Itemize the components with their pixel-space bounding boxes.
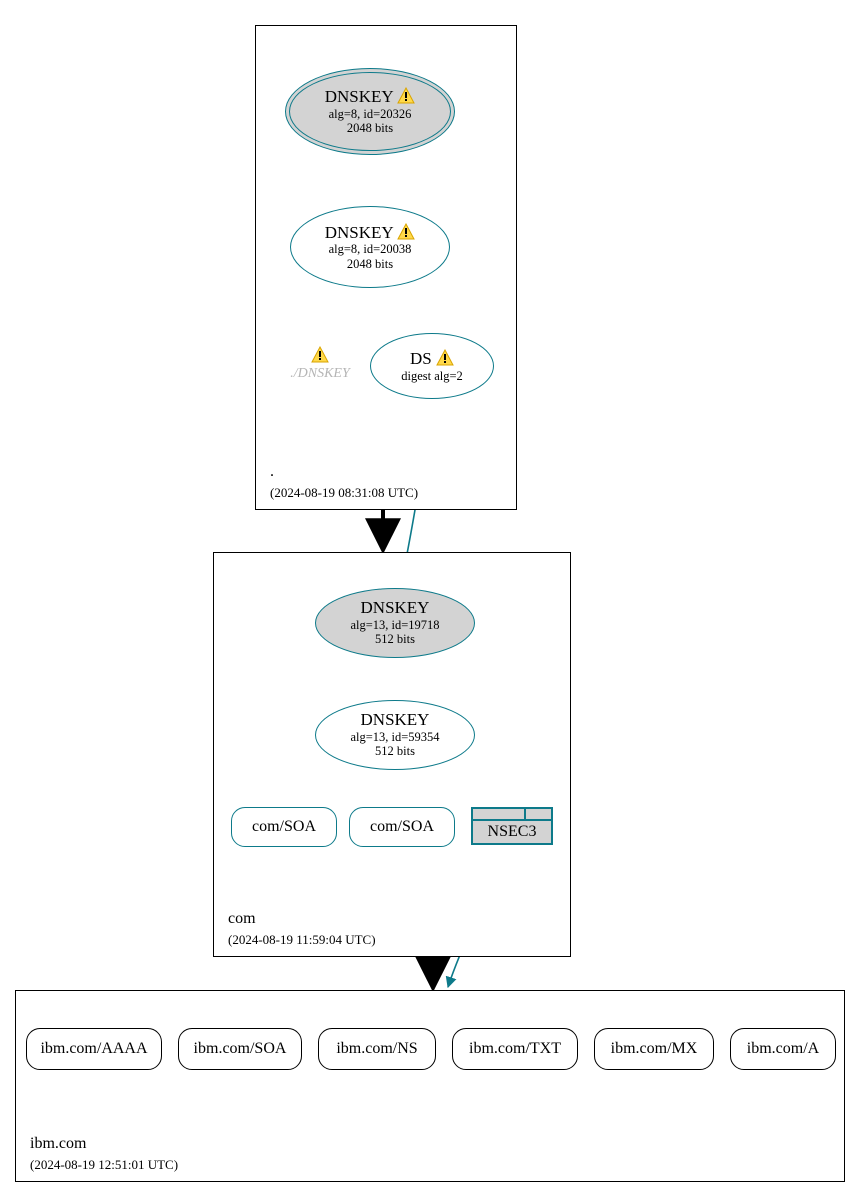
root-ksk-title: DNSKEY	[325, 87, 393, 106]
warning-icon	[436, 349, 454, 366]
root-ds: DS digest alg=2	[370, 333, 494, 399]
root-ghost-label: ./DNSKEY	[275, 366, 365, 382]
zone-com-label: com	[228, 910, 256, 928]
ibm-rr-aaaa: ibm.com/AAAA	[26, 1028, 162, 1070]
com-zsk-bits: 512 bits	[375, 744, 415, 758]
com-dnskey-zsk: DNSKEY alg=13, id=59354 512 bits	[315, 700, 475, 770]
root-ksk-bits: 2048 bits	[347, 121, 393, 135]
com-ksk-bits: 512 bits	[375, 632, 415, 646]
root-dnskey-ksk: DNSKEY alg=8, id=20326 2048 bits	[285, 68, 455, 155]
com-zsk-title: DNSKEY	[361, 711, 430, 730]
root-zsk-alg: alg=8, id=20038	[329, 242, 412, 256]
root-ds-title: DS	[410, 349, 432, 368]
com-zsk-alg: alg=13, id=59354	[350, 730, 439, 744]
zone-ibm-label: ibm.com	[30, 1135, 86, 1153]
root-ds-sub: digest alg=2	[401, 369, 463, 383]
root-ksk-alg: alg=8, id=20326	[329, 107, 412, 121]
ibm-rr-ns: ibm.com/NS	[318, 1028, 436, 1070]
ibm-rr-txt: ibm.com/TXT	[452, 1028, 578, 1070]
zone-root-label: .	[270, 463, 274, 481]
root-dnskey-zsk: DNSKEY alg=8, id=20038 2048 bits	[290, 206, 450, 288]
zone-ibm: ibm.com (2024-08-19 12:51:01 UTC)	[15, 990, 845, 1182]
com-nsec3-label: NSEC3	[473, 821, 551, 843]
com-ksk-title: DNSKEY	[361, 599, 430, 618]
ibm-rr-mx: ibm.com/MX	[594, 1028, 714, 1070]
com-nsec3: NSEC3	[471, 807, 553, 845]
warning-icon	[311, 346, 329, 363]
root-zsk-title: DNSKEY	[325, 223, 393, 242]
ibm-rr-soa: ibm.com/SOA	[178, 1028, 302, 1070]
ibm-rr-a: ibm.com/A	[730, 1028, 836, 1070]
com-soa-1: com/SOA	[231, 807, 337, 847]
warning-icon	[397, 87, 415, 104]
com-ksk-alg: alg=13, id=19718	[350, 618, 439, 632]
root-ghost-dnskey: ./DNSKEY	[275, 346, 365, 382]
root-zsk-bits: 2048 bits	[347, 257, 393, 271]
com-soa-2: com/SOA	[349, 807, 455, 847]
zone-root-timestamp: (2024-08-19 08:31:08 UTC)	[270, 485, 418, 501]
com-dnskey-ksk: DNSKEY alg=13, id=19718 512 bits	[315, 588, 475, 658]
zone-ibm-timestamp: (2024-08-19 12:51:01 UTC)	[30, 1157, 178, 1173]
zone-com-timestamp: (2024-08-19 11:59:04 UTC)	[228, 932, 376, 948]
warning-icon	[397, 223, 415, 240]
